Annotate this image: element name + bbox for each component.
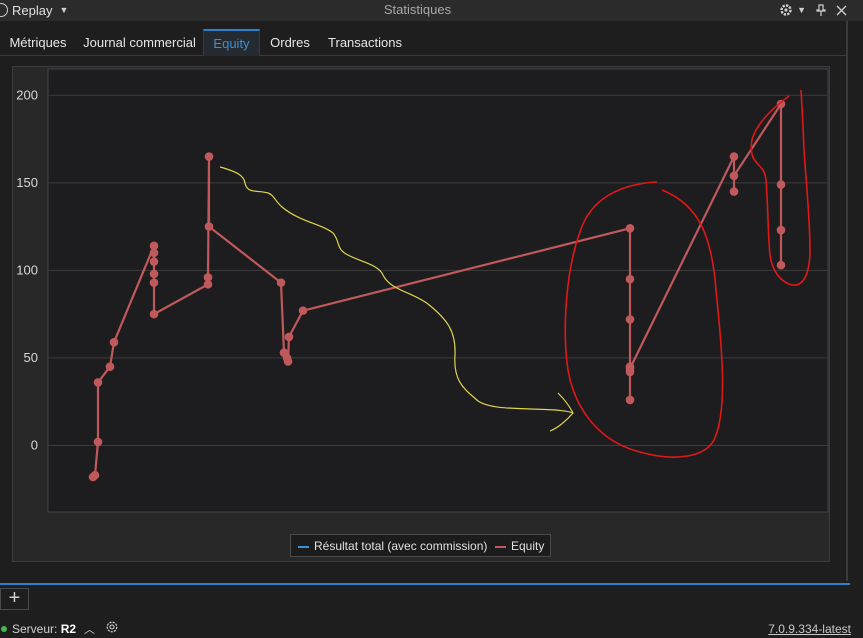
server-name: R2 — [60, 622, 77, 636]
y-tick-label: 150 — [16, 175, 38, 190]
equity-point — [109, 337, 119, 347]
y-tick-label: 100 — [16, 262, 38, 277]
equity-point — [729, 171, 739, 181]
status-bar: Serveur: R2 ︿ 7.0.9.334-latest — [0, 619, 863, 638]
equity-point — [149, 269, 159, 279]
equity-point — [90, 470, 100, 480]
legend-swatch-total — [298, 546, 309, 548]
equity-point — [625, 364, 635, 373]
panel-separator — [0, 583, 850, 585]
legend-swatch-equity — [495, 546, 506, 548]
equity-point — [204, 152, 214, 161]
settings-gear-icon[interactable] — [105, 620, 119, 634]
add-panel-button[interactable]: + — [0, 588, 29, 610]
equity-point — [298, 306, 308, 315]
equity-point — [625, 395, 635, 405]
equity-point — [149, 248, 159, 258]
connection-status-icon — [1, 626, 7, 632]
server-indicator[interactable]: Serveur: R2 — [12, 622, 76, 636]
equity-point — [149, 309, 159, 319]
equity-point — [149, 257, 159, 266]
equity-point — [276, 278, 286, 287]
legend-label-total: Résultat total (avec commission) — [314, 539, 488, 553]
equity-point — [729, 152, 739, 161]
equity-point — [204, 222, 214, 231]
equity-point — [776, 180, 786, 189]
equity-point — [284, 332, 294, 342]
chart-legend: Résultat total (avec commission) Equity — [290, 534, 551, 557]
equity-point — [93, 437, 103, 447]
y-tick-label: 50 — [24, 350, 38, 365]
equity-point — [776, 260, 786, 270]
y-tick-label: 200 — [16, 87, 38, 102]
version-link[interactable]: 7.0.9.334-latest — [768, 622, 851, 636]
equity-point — [283, 357, 293, 366]
equity-point — [776, 225, 786, 235]
chevron-up-icon[interactable]: ︿ — [84, 621, 95, 637]
equity-point — [625, 224, 635, 233]
y-tick-label: 0 — [31, 437, 38, 452]
equity-point — [625, 274, 635, 284]
equity-point — [203, 273, 213, 282]
equity-point — [729, 187, 739, 196]
equity-point — [149, 278, 159, 287]
legend-label-equity: Equity — [511, 539, 545, 553]
equity-point — [105, 362, 115, 371]
equity-point — [625, 315, 635, 324]
server-label: Serveur: — [12, 622, 58, 636]
equity-point — [93, 378, 103, 387]
y-axis: 0 50 100 150 200 — [16, 87, 38, 452]
